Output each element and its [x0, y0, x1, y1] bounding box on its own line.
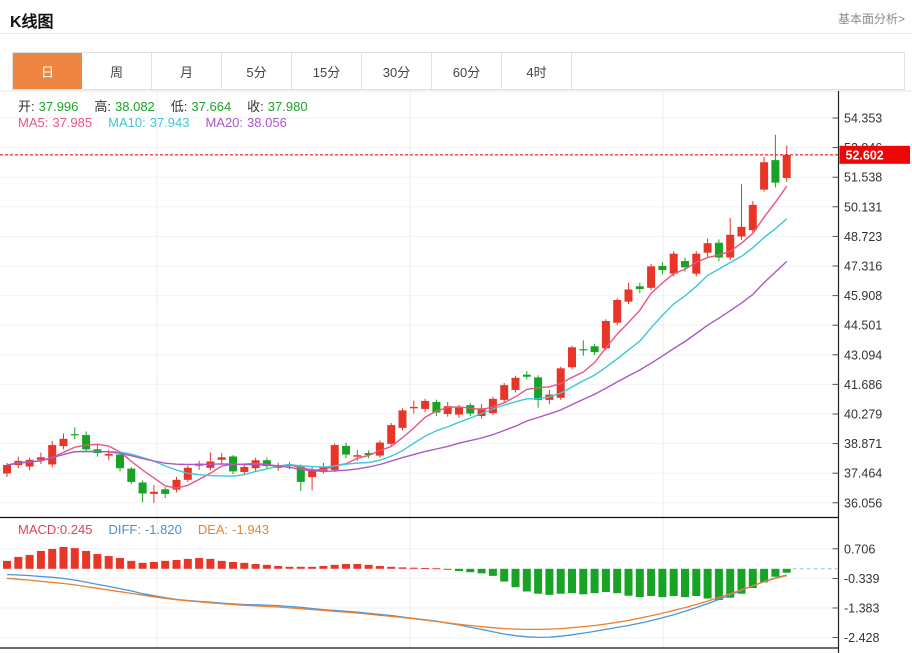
low-value: 低:37.664 — [171, 96, 231, 115]
tab-day[interactable]: 日 — [13, 53, 82, 89]
svg-text:50.131: 50.131 — [844, 200, 882, 214]
svg-text:52.602: 52.602 — [846, 148, 884, 162]
svg-text:41.686: 41.686 — [844, 378, 882, 392]
close-value: 收:37.980 — [247, 96, 307, 115]
ma-info-row: MA5:37.985 MA10:37.943 MA20:38.056 — [18, 115, 287, 130]
svg-text:44.501: 44.501 — [844, 319, 882, 333]
open-value: 开:37.996 — [18, 96, 78, 115]
svg-text:-1.383: -1.383 — [844, 601, 879, 615]
tab-week[interactable]: 周 — [82, 53, 152, 89]
svg-text:48.723: 48.723 — [844, 230, 882, 244]
high-value: 高:38.082 — [94, 96, 154, 115]
tab-60min[interactable]: 60分 — [432, 53, 502, 89]
macd-info-row: MACD:0.245 DIFF:-1.820 DEA:-1.943 — [18, 522, 269, 537]
svg-text:36.056: 36.056 — [844, 496, 882, 510]
tab-4hour[interactable]: 4时 — [502, 53, 572, 89]
svg-text:-0.339: -0.339 — [844, 572, 879, 586]
interval-tabbar: 日 周 月 5分 15分 30分 60分 4时 — [12, 52, 905, 90]
diff-value: DIFF:-1.820 — [108, 522, 181, 537]
svg-text:54.353: 54.353 — [844, 112, 882, 126]
ma20-value: MA20:38.056 — [205, 115, 286, 130]
ohlc-info-row: 开:37.996 高:38.082 低:37.664 收:37.980 — [18, 96, 308, 115]
svg-text:-2.428: -2.428 — [844, 631, 879, 645]
page-title: K线图 — [10, 8, 54, 32]
svg-text:43.094: 43.094 — [844, 348, 882, 362]
svg-text:37.464: 37.464 — [844, 467, 882, 481]
svg-text:0.706: 0.706 — [844, 542, 875, 556]
svg-text:47.316: 47.316 — [844, 259, 882, 273]
svg-text:38.871: 38.871 — [844, 437, 882, 451]
tab-30min[interactable]: 30分 — [362, 53, 432, 89]
ma10-value: MA10:37.943 — [108, 115, 189, 130]
tab-5min[interactable]: 5分 — [222, 53, 292, 89]
tabbar-filler — [572, 53, 904, 89]
tab-15min[interactable]: 15分 — [292, 53, 362, 89]
tab-month[interactable]: 月 — [152, 53, 222, 89]
svg-text:51.538: 51.538 — [844, 171, 882, 185]
dea-value: DEA:-1.943 — [198, 522, 269, 537]
ma5-value: MA5:37.985 — [18, 115, 92, 130]
svg-text:45.908: 45.908 — [844, 289, 882, 303]
fundamental-analysis-link[interactable]: 基本面分析> — [838, 10, 905, 27]
svg-text:40.279: 40.279 — [844, 407, 882, 421]
macd-value: MACD:0.245 — [18, 522, 92, 537]
header-divider — [0, 33, 912, 34]
